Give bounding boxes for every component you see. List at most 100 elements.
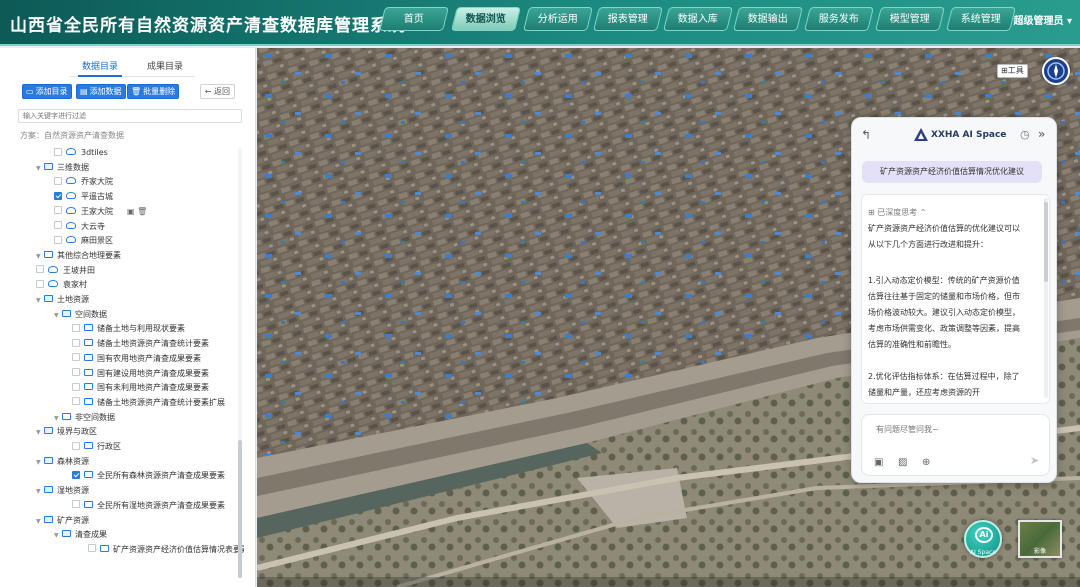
add-directory-button[interactable]: ▭ 添加目录 [22,84,72,99]
tree-node[interactable]: ▼ 空间数据 [54,308,107,322]
expand-arrow-icon[interactable]: ▼ [54,412,62,426]
folder-icon [84,500,93,508]
image-search-icon[interactable]: ▨ [898,457,907,468]
tree-node[interactable]: 储备土地与利用现状要素 [72,322,185,336]
expand-arrow-icon[interactable]: ▼ [36,250,44,264]
tree-node[interactable]: ▼ 湿地资源 [36,484,89,498]
tree-checkbox[interactable] [72,353,80,362]
tree-checkbox[interactable] [54,206,62,215]
expand-arrow-icon[interactable]: ▼ [36,426,44,440]
tree-node[interactable]: 3dtiles [54,146,108,160]
model-layer-icon [48,265,58,273]
tree-node[interactable]: ▼ 矿产资源 [36,514,89,528]
expand-arrow-icon[interactable]: ▼ [54,529,62,543]
batch-delete-button[interactable]: 🗑 批量删除 [127,84,180,99]
tree-node-label: 袁家村 [63,280,87,290]
tab-result-catalog[interactable]: 成果目录 [147,59,183,72]
tree-node[interactable]: ▼ 境界与政区 [36,425,97,439]
nav-model-manage[interactable]: 模型管理 [875,7,945,31]
tree-node[interactable]: ▼ 森林资源 [36,455,89,469]
tree-scrollbar-thumb[interactable] [238,440,242,578]
send-icon[interactable]: ➤ [1030,454,1039,467]
tree-node[interactable]: 国有建设用地资产清查成果要素 [72,367,209,381]
tree-node-label: 矿产资源资产经济价值估算情况表要素 [113,544,244,554]
tree-node[interactable]: 麻田景区 [54,234,113,248]
tree-node[interactable]: 袁家村 [36,278,87,292]
tree-node-label: 土地资源 [57,295,89,304]
nav-reports[interactable]: 报表管理 [593,7,663,31]
tree-node[interactable]: 矿产资源资产经济价值估算情况表要素 [88,543,244,557]
node-action-icons[interactable]: ▣ 🗑 [127,207,147,216]
expand-arrow-icon[interactable]: ▼ [36,294,44,308]
tree-checkbox[interactable] [54,235,62,244]
ai-space-button[interactable]: Ai AI Space [964,520,1002,558]
tree-node[interactable]: ▼ 非空间数据 [54,411,115,425]
collapse-chat-icon[interactable]: » [1038,127,1045,141]
expand-arrow-icon[interactable]: ▼ [36,456,44,470]
tree-node[interactable]: ▼ 其他综合地理要素 [36,249,121,263]
model-layer-icon [66,177,76,185]
expand-arrow-icon[interactable]: ▼ [36,162,44,176]
tree-checkbox[interactable] [72,470,80,479]
tree-node[interactable]: 全民所有森林资源资产清查成果要素 [72,469,225,483]
tree-checkbox[interactable] [72,323,80,332]
nav-home[interactable]: 首页 [379,7,449,31]
chat-scrollbar-thumb[interactable] [1044,202,1048,282]
tree-node[interactable]: 乔家大院 [54,175,113,189]
tree-checkbox[interactable] [72,382,80,391]
tree-filter-input[interactable] [18,109,242,123]
image-upload-icon[interactable]: ▣ [874,457,883,468]
tree-checkbox[interactable] [72,441,80,450]
back-button[interactable]: ← 返回 [199,84,235,99]
tree-checkbox[interactable] [54,147,62,156]
tree-node[interactable]: 国有农用地资产清查成果要素 [72,352,201,366]
tree-checkbox[interactable] [72,397,80,406]
history-icon[interactable]: ◷ [1020,128,1030,141]
tree-checkbox[interactable] [72,500,80,509]
deep-thinking-toggle[interactable]: ⊞ 已深度思考 ⌃ [868,207,927,218]
expand-arrow-icon[interactable]: ▼ [36,485,44,499]
tree-node[interactable]: ▼ 土地资源 [36,293,89,307]
tree-node[interactable]: ▼ 三维数据 [36,161,89,175]
tree-node[interactable]: 行政区 [72,440,121,454]
tree-checkbox[interactable] [54,221,62,229]
nav-system-manage[interactable]: 系统管理 [946,7,1016,31]
chat-input[interactable] [876,425,1036,434]
tree-node[interactable]: 全民所有湿地资源资产清查成果要素 [72,499,225,513]
tree-node-label: 森林资源 [57,456,89,466]
nav-data-import[interactable]: 数据入库 [663,7,733,31]
tree-node[interactable]: 平遥古城 [54,190,113,204]
add-data-button[interactable]: ▤ 添加数据 [76,84,126,99]
tree-checkbox[interactable] [72,338,80,347]
folder-icon [100,544,109,552]
tree-checkbox[interactable] [72,368,80,376]
tree-checkbox[interactable] [88,544,96,553]
nav-data-export[interactable]: 数据输出 [733,7,803,31]
tree-checkbox[interactable] [54,191,62,200]
attach-file-icon[interactable]: ⊕ [922,457,930,468]
expand-arrow-icon[interactable]: ▼ [54,309,62,323]
tools-label: 工具 [1007,66,1024,75]
tree-checkbox[interactable] [54,176,62,185]
nav-service-publish[interactable]: 服务发布 [804,7,874,31]
tree-checkbox[interactable] [36,279,44,288]
tools-button[interactable]: ⊞工具 [997,64,1028,78]
compass-icon[interactable] [1042,57,1070,85]
tree-node[interactable]: 储备土地资源资产清查统计要素扩展 [72,396,225,410]
tree-checkbox[interactable] [36,265,44,274]
basemap-switcher[interactable]: 影像 [1018,520,1062,558]
tree-node[interactable]: 王家大院 ▣ 🗑 [54,205,147,219]
tree-node[interactable]: 大云寺 [54,220,105,234]
user-menu[interactable]: 超级管理员 ▾ [1013,12,1072,27]
expand-arrow-icon[interactable]: ▼ [36,515,44,529]
tree-node[interactable]: 国有未利用地资产清查成果要素 [72,381,209,395]
tree-node-label: 储备土地资源资产清查统计要素 [97,339,209,349]
tree-node[interactable]: 储备土地资源资产清查统计要素 [72,337,209,351]
toolbox-icon: ⊞ [1001,66,1008,75]
nav-data-browse[interactable]: 数据浏览 [451,7,521,31]
back-icon[interactable]: ↰ [861,128,871,142]
nav-analysis[interactable]: 分析运用 [523,7,593,31]
tree-node[interactable]: 王坡井田 [36,264,95,278]
tree-node[interactable]: ▼ 清查成果 [54,528,107,542]
tab-data-catalog[interactable]: 数据目录 [82,59,118,72]
